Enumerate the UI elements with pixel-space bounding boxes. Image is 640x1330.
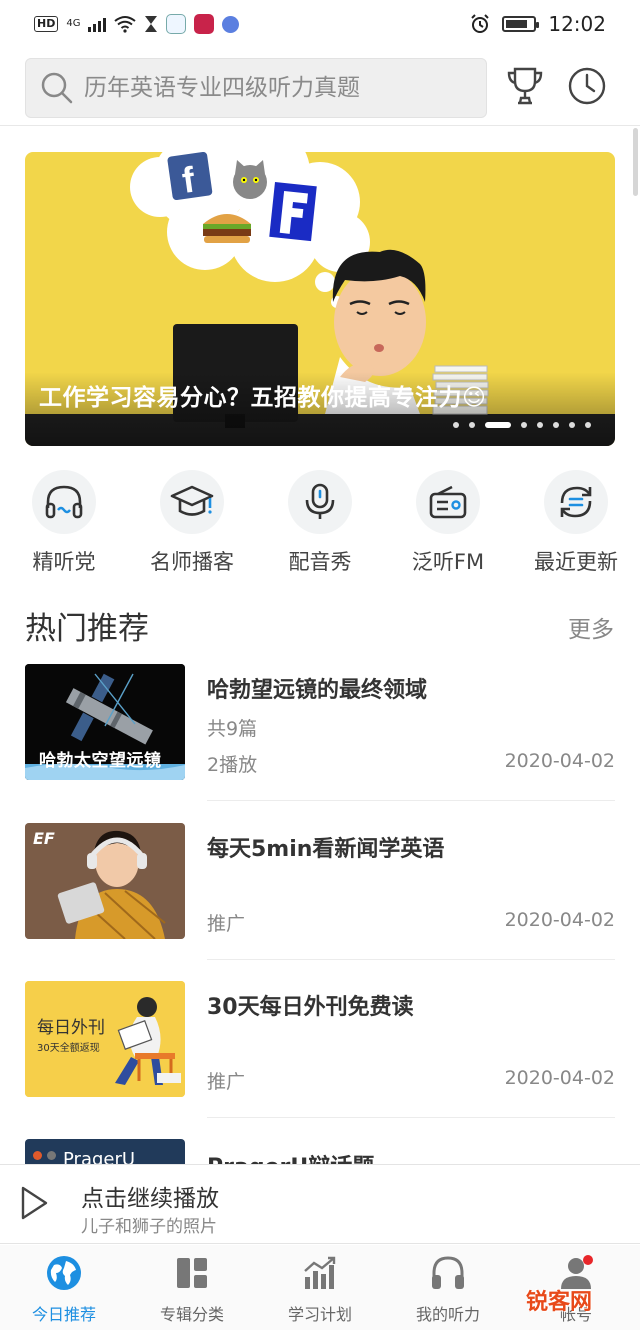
quick-categories: 精听党 名师播客 配音秀 泛听FM 最近更新 — [0, 470, 640, 580]
radio-icon — [416, 470, 480, 534]
record-dot-icon — [33, 1151, 42, 1160]
list-item[interactable]: 每日外刊 30天全额返现 30天每日外刊免费读 推广 2020-04-02 — [25, 981, 615, 1139]
thumbnail-caption: EF — [33, 829, 55, 848]
bottom-tab-bar: 今日推荐 专辑分类 学习计划 我的听力 帐号 锐客网 — [0, 1245, 640, 1330]
headphones-icon — [32, 470, 96, 534]
item-thumbnail: PragerU — [25, 1139, 185, 1165]
item-title: 每天5min看新闻学英语 — [207, 837, 445, 862]
player-subtitle: 儿子和狮子的照片 — [81, 1217, 217, 1237]
category-jingting[interactable]: 精听党 — [0, 470, 128, 576]
tab-study-plan[interactable]: 学习计划 — [256, 1245, 384, 1330]
tab-label: 学习计划 — [287, 1305, 352, 1324]
item-title: PragerU辩话题 — [207, 1149, 374, 1165]
player-title: 点击继续播放 — [81, 1186, 219, 1212]
graduation-cap-icon — [160, 470, 224, 534]
tab-label: 专辑分类 — [159, 1305, 224, 1324]
item-episode-count: 共9篇 — [207, 718, 258, 740]
trophy-icon — [507, 67, 543, 105]
hd-badge: HD — [34, 16, 59, 32]
tab-label: 今日推荐 — [31, 1305, 96, 1324]
status-bar: HD 4G 12:02 — [0, 0, 640, 48]
item-tag: 推广 — [207, 1071, 246, 1093]
carousel-dot[interactable] — [585, 422, 591, 428]
app-notification-icon — [166, 14, 187, 34]
category-fm[interactable]: 泛听FM — [384, 470, 512, 576]
divider — [207, 959, 615, 960]
search-bar[interactable] — [25, 58, 487, 118]
thumbnail-caption: PragerU — [63, 1149, 136, 1165]
hourglass-icon — [145, 16, 158, 32]
music-app-icon — [222, 15, 240, 33]
battery-icon — [502, 16, 540, 32]
item-thumbnail: EF — [25, 823, 185, 939]
tab-my-listening[interactable]: 我的听力 — [384, 1245, 512, 1330]
network-type: 4G — [66, 18, 81, 29]
headphones-icon — [384, 1253, 512, 1293]
calendar-app-icon — [194, 14, 215, 34]
list-item[interactable]: 哈勃太空望远镜 哈勃望远镜的最终领域 共9篇 2播放 2020-04-02 — [25, 664, 615, 822]
category-label: 名师播客 — [150, 550, 234, 574]
list-item[interactable]: PragerU PragerU辩话题 — [25, 1139, 615, 1165]
tab-albums[interactable]: 专辑分类 — [128, 1245, 256, 1330]
alarm-icon — [471, 14, 490, 33]
thumbnail-subcaption: 30天全额返现 — [37, 1043, 100, 1054]
item-play-count: 2播放 — [207, 754, 258, 776]
carousel-dot[interactable] — [469, 422, 475, 428]
history-button[interactable] — [567, 66, 607, 106]
signal-icon — [88, 16, 107, 32]
play-icon — [21, 1186, 48, 1220]
watermark-logo: 锐客网 — [525, 1290, 592, 1315]
grid-icon — [128, 1253, 256, 1293]
wifi-icon — [114, 16, 137, 33]
search-input[interactable] — [84, 75, 454, 101]
thumbnail-caption: 哈勃太空望远镜 — [39, 751, 162, 771]
carousel-dot[interactable] — [553, 422, 559, 428]
category-recent-updates[interactable]: 最近更新 — [512, 470, 640, 576]
item-date: 2020-04-02 — [504, 750, 615, 772]
item-date: 2020-04-02 — [504, 909, 615, 931]
carousel-dot[interactable] — [569, 422, 575, 428]
item-thumbnail: 每日外刊 30天全额返现 — [25, 981, 185, 1097]
category-teacher-podcast[interactable]: 名师播客 — [128, 470, 256, 576]
item-title: 30天每日外刊免费读 — [207, 995, 414, 1020]
banner-caption: 工作学习容易分心？五招教你提高专注力😉 — [39, 385, 487, 411]
search-icon — [41, 72, 73, 104]
record-dot-icon — [47, 1151, 56, 1160]
category-label: 精听党 — [32, 550, 96, 574]
globe-icon — [0, 1253, 128, 1293]
category-label: 泛听FM — [411, 550, 485, 574]
item-date: 2020-04-02 — [504, 1067, 615, 1089]
carousel-dot[interactable] — [537, 422, 543, 428]
tab-today[interactable]: 今日推荐 — [0, 1245, 128, 1330]
category-label: 最近更新 — [534, 550, 618, 574]
tab-label: 我的听力 — [415, 1305, 480, 1324]
category-label: 配音秀 — [288, 550, 352, 574]
clock-time: 12:02 — [548, 12, 606, 36]
play-button[interactable] — [18, 1185, 50, 1225]
list-item[interactable]: EF 每天5min看新闻学英语 推广 2020-04-02 — [25, 823, 615, 981]
item-title: 哈勃望远镜的最终领域 — [207, 678, 428, 703]
divider — [207, 1117, 615, 1118]
carousel-dots — [453, 422, 591, 428]
category-dubbing[interactable]: 配音秀 — [256, 470, 384, 576]
microphone-icon — [288, 470, 352, 534]
more-link[interactable]: 更多 — [568, 610, 614, 644]
top-header — [0, 48, 640, 126]
mini-player[interactable]: 点击继续播放 儿子和狮子的照片 — [0, 1164, 640, 1244]
section-title: 热门推荐 — [25, 611, 149, 647]
item-thumbnail: 哈勃太空望远镜 — [25, 664, 185, 780]
trophy-button[interactable] — [505, 66, 545, 106]
bar-chart-icon — [256, 1253, 384, 1293]
refresh-icon — [544, 470, 608, 534]
thumbnail-caption: 每日外刊 — [37, 1018, 105, 1038]
carousel-dot[interactable] — [485, 422, 511, 428]
carousel-dot[interactable] — [521, 422, 527, 428]
item-tag: 推广 — [207, 913, 246, 935]
carousel-dot[interactable] — [453, 422, 459, 428]
clock-icon — [568, 67, 606, 105]
divider — [207, 800, 615, 801]
scrollbar[interactable] — [633, 128, 638, 196]
banner-carousel[interactable]: f 工作学习容易分心？五招教你提高专注力😉 — [25, 152, 615, 446]
